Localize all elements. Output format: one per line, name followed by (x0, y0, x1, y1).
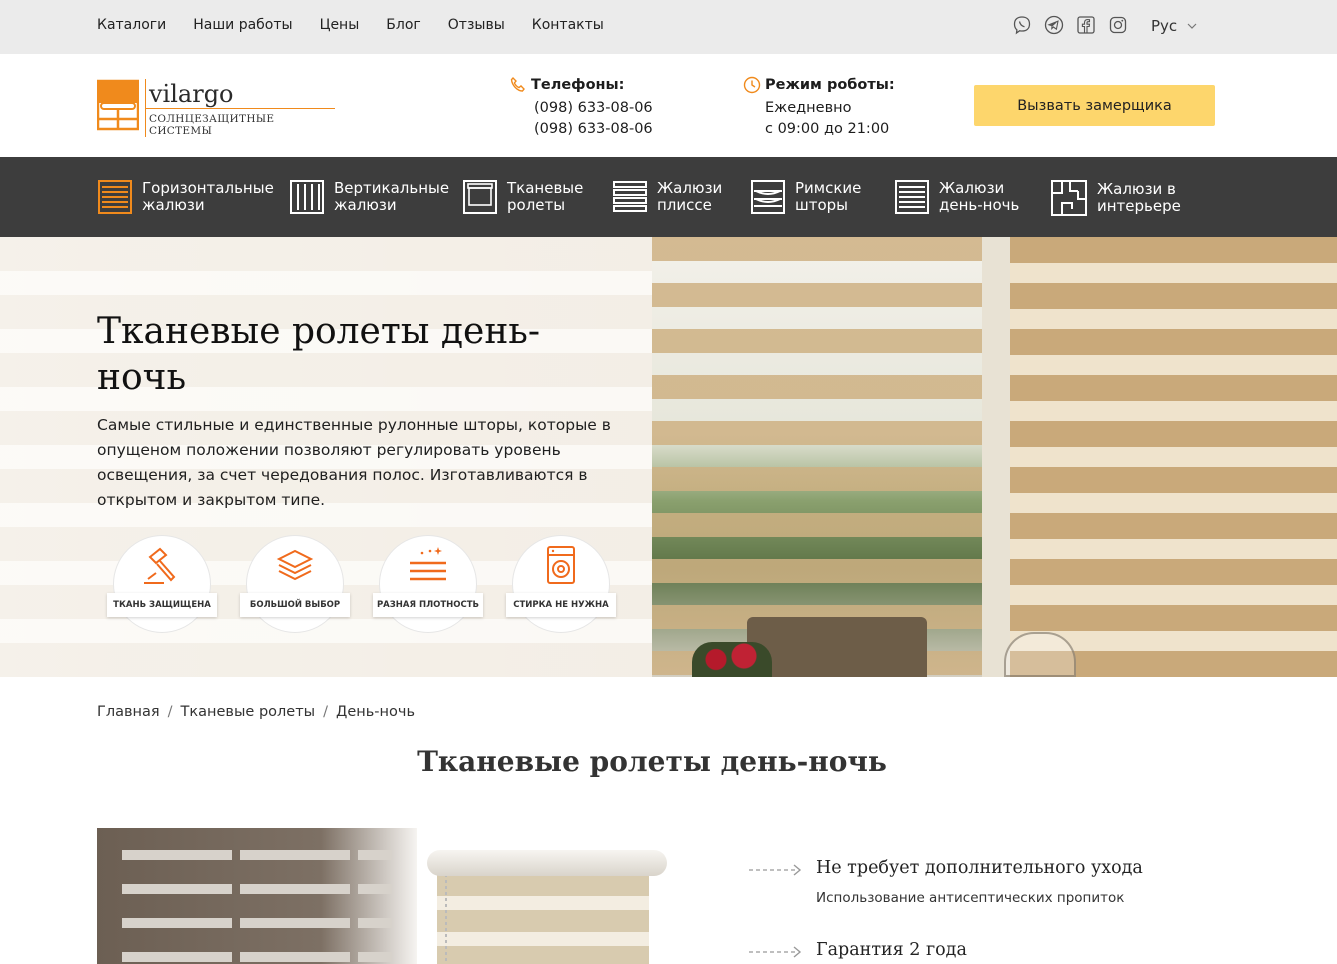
page-title: Тканевые ролеты день-ночь (417, 745, 887, 778)
working-hours-block: Режим роботы: Ежедневно с 09:00 до 21:00 (743, 76, 895, 140)
top-bar: Каталоги Наши работы Цены Блог Отзывы Ко… (0, 0, 1337, 54)
category-label: Римские шторы (795, 179, 862, 214)
roman-shade-icon (751, 180, 785, 214)
phones-block: Телефоны: (098) 633-08-06 (098) 633-08-0… (509, 76, 653, 140)
category-navigation: Горизонтальные жалюзи Вертикальные жалюз… (0, 157, 1337, 237)
horizontal-blinds-icon (98, 180, 132, 214)
nav-link-catalogs[interactable]: Каталоги (97, 17, 166, 33)
breadcrumb-home[interactable]: Главная (97, 704, 160, 720)
category-roller-blinds[interactable]: Тканевые ролеты (462, 179, 583, 215)
nav-link-our-works[interactable]: Наши работы (193, 17, 292, 33)
chevron-down-icon (1187, 23, 1197, 29)
nav-link-reviews[interactable]: Отзывы (448, 17, 505, 33)
logo[interactable]: vilargo СОЛНЦЕЗАЩИТНЫЕ СИСТЕМЫ (97, 79, 335, 137)
category-label: Вертикальные жалюзи (334, 179, 450, 214)
instagram-icon[interactable] (1108, 15, 1128, 35)
viber-icon[interactable] (1012, 15, 1032, 35)
pleated-blinds-icon (613, 181, 647, 212)
feature-density: РАЗНАЯ ПЛОТНОСТЬ (373, 535, 483, 633)
category-label: Тканевые ролеты (507, 179, 584, 214)
breadcrumb-separator: / (323, 704, 329, 720)
phone-number-1[interactable]: (098) 633-08-06 (509, 98, 653, 119)
category-roman-shades[interactable]: Римские шторы (750, 179, 861, 215)
benefit-title: Не требует дополнительного ухода (816, 858, 1143, 878)
category-label: Жалюзи в интерьере (1097, 180, 1181, 215)
fabric-stack-icon (276, 549, 314, 581)
phone-icon (510, 76, 525, 92)
breadcrumb-current: День-ночь (336, 704, 415, 720)
breadcrumb-separator: / (167, 704, 173, 720)
logo-name: vilargo (145, 79, 335, 108)
product-photo-roller (427, 850, 667, 964)
phone-number-2[interactable]: (098) 633-08-06 (509, 119, 653, 140)
hero-banner: Тканевые ролеты день-ночь Самые стильные… (0, 237, 1337, 677)
vertical-blinds-icon (290, 180, 324, 214)
category-label: Жалюзи плиссе (657, 179, 723, 214)
hero-description: Самые стильные и единственные рулонные ш… (97, 416, 611, 509)
benefit-item: Не требует дополнительного ухода (748, 858, 1143, 878)
benefit-title: Гарантия 2 года (816, 940, 967, 960)
feature-label: ТКАНЬ ЗАЩИЩЕНА (107, 593, 217, 617)
nav-link-prices[interactable]: Цены (320, 17, 360, 33)
hours-time: с 09:00 до 21:00 (765, 121, 890, 137)
language-label: Рус (1151, 17, 1178, 35)
top-navigation: Каталоги Наши работы Цены Блог Отзывы Ко… (97, 17, 604, 33)
category-day-night-blinds[interactable]: Жалюзи день-ночь (894, 179, 1019, 215)
phones-label: Телефоны: (531, 77, 625, 93)
feature-wide-choice: БОЛЬШОЙ ВЫБОР (240, 535, 350, 633)
facebook-icon[interactable] (1076, 15, 1096, 35)
category-vertical-blinds[interactable]: Вертикальные жалюзи (289, 179, 449, 215)
roller-blind-icon (463, 180, 497, 214)
logo-window-icon (97, 79, 139, 131)
hammer-icon (144, 547, 176, 584)
call-measurer-button[interactable]: Вызвать замерщика (974, 85, 1215, 126)
interior-plan-icon (1051, 180, 1087, 216)
category-label: Жалюзи день-ночь (939, 179, 1020, 214)
hours-label: Режим роботы: (765, 77, 895, 93)
feature-label: СТИРКА НЕ НУЖНА (506, 593, 616, 617)
feature-label: БОЛЬШОЙ ВЫБОР (240, 593, 350, 617)
product-image (97, 828, 667, 964)
breadcrumb: Главная / Тканевые ролеты / День-ночь (97, 704, 415, 720)
category-pleated-blinds[interactable]: Жалюзи плиссе (612, 179, 722, 215)
product-photo-blind (97, 828, 417, 964)
hero-photo (652, 237, 1337, 677)
category-interior[interactable]: Жалюзи в интерьере (1050, 179, 1181, 217)
day-night-blinds-icon (895, 180, 929, 214)
hero-title: Тканевые ролеты день-ночь (97, 311, 541, 398)
category-horizontal-blinds[interactable]: Горизонтальные жалюзи (97, 179, 274, 215)
feature-label: РАЗНАЯ ПЛОТНОСТЬ (373, 593, 483, 617)
feature-no-washing: СТИРКА НЕ НУЖНА (506, 535, 616, 633)
logo-tagline: СОЛНЦЕЗАЩИТНЫЕ СИСТЕМЫ (145, 108, 335, 137)
benefit-subtitle: Использование антисептических пропиток (816, 890, 1125, 906)
dashed-arrow-icon (749, 864, 802, 876)
nav-link-contacts[interactable]: Контакты (532, 17, 604, 33)
category-label: Горизонтальные жалюзи (142, 179, 274, 214)
language-selector[interactable]: Рус (1151, 17, 1197, 35)
breadcrumb-roller-blinds[interactable]: Тканевые ролеты (181, 704, 316, 720)
clock-icon (743, 76, 761, 94)
density-lines-icon (410, 547, 446, 581)
telegram-icon[interactable] (1044, 15, 1064, 35)
social-links (1012, 15, 1128, 35)
benefit-item: Гарантия 2 года (748, 940, 967, 960)
hours-days: Ежедневно (765, 100, 852, 116)
feature-fabric-protected: ТКАНЬ ЗАЩИЩЕНА (107, 535, 217, 633)
nav-link-blog[interactable]: Блог (386, 17, 420, 33)
site-header: vilargo СОЛНЦЕЗАЩИТНЫЕ СИСТЕМЫ Телефоны:… (0, 54, 1337, 157)
washing-machine-icon (547, 546, 575, 584)
dashed-arrow-icon (749, 946, 802, 958)
